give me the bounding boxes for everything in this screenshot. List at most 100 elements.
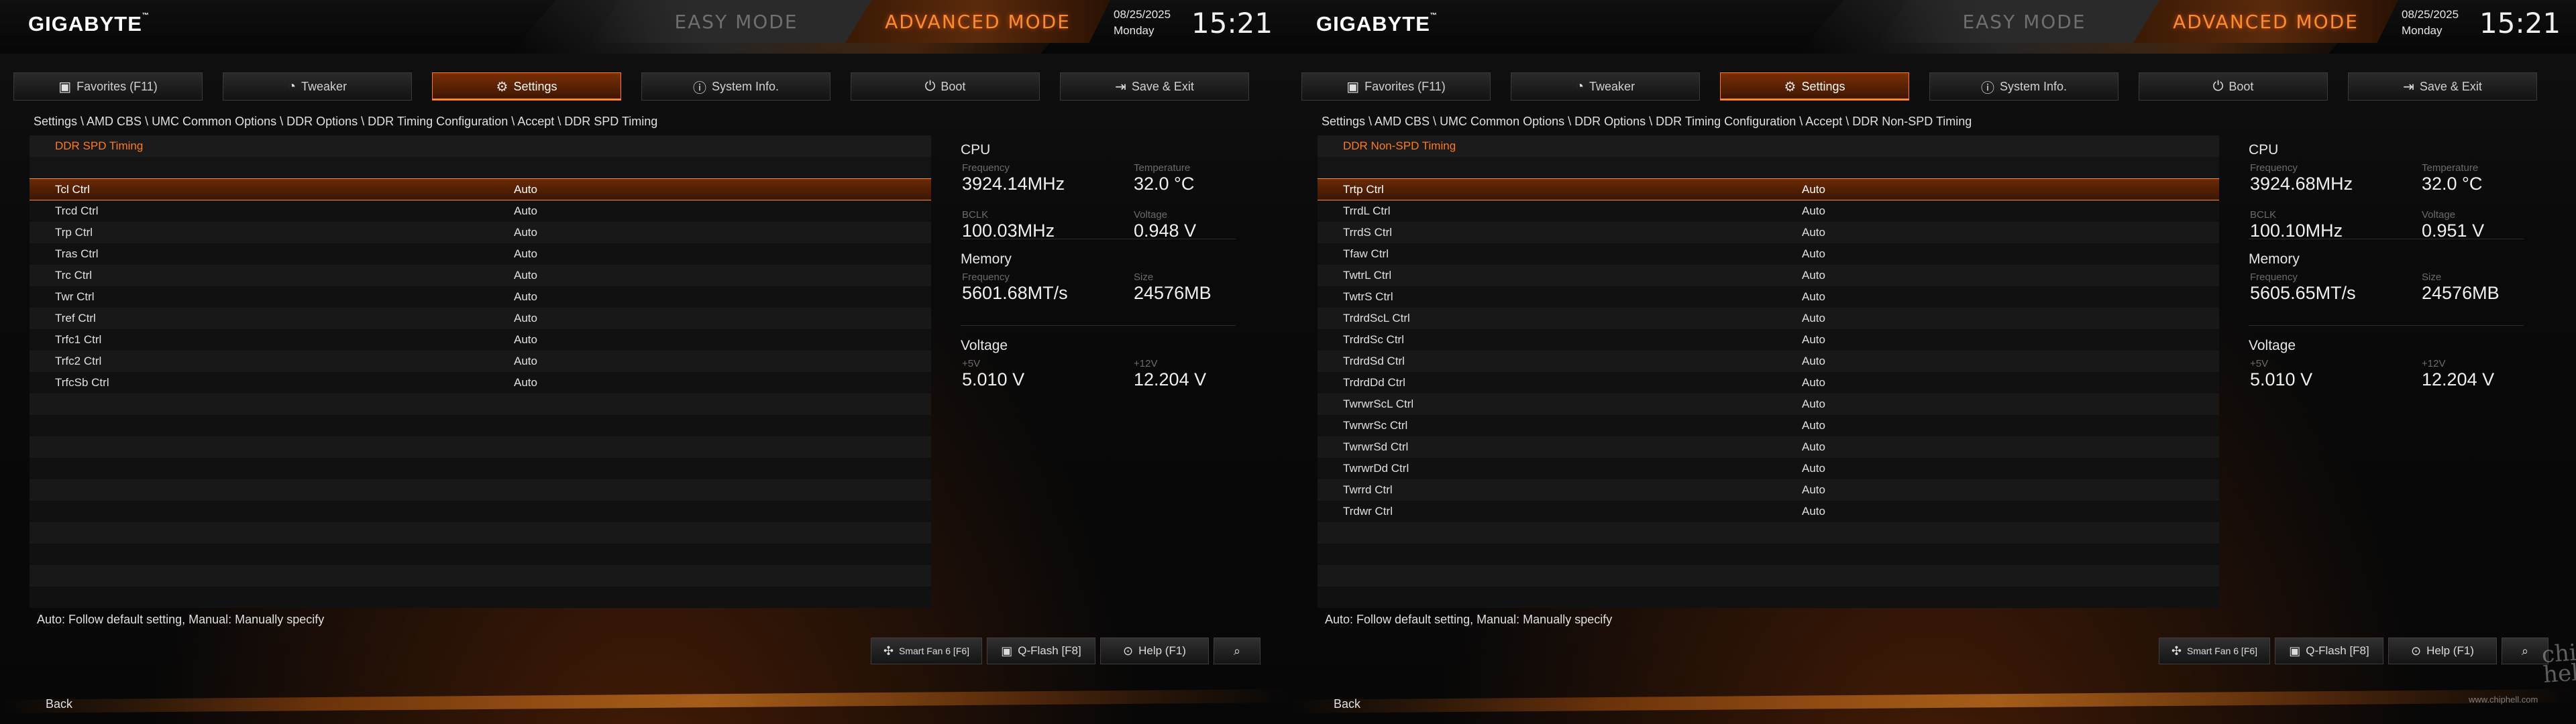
table-row[interactable]: TwrwrSc Ctrl Auto <box>1318 415 2219 436</box>
back-button[interactable]: Back <box>1334 697 1360 711</box>
setting-value[interactable]: Auto <box>1802 351 1825 372</box>
setting-value[interactable]: Auto <box>514 200 537 222</box>
power-icon: ⏻ <box>2212 78 2224 94</box>
setting-value[interactable]: Auto <box>514 265 537 286</box>
table-row[interactable]: TrdrdSd Ctrl Auto <box>1318 351 2219 372</box>
help-button[interactable]: ⊙ Help (F1) <box>1100 638 1209 664</box>
setting-value[interactable]: Auto <box>1802 265 1825 286</box>
gear-icon: ⚙ <box>496 79 508 95</box>
setting-value[interactable]: Auto <box>1802 436 1825 458</box>
empty-row <box>30 479 931 501</box>
setting-value[interactable]: Auto <box>1802 222 1825 243</box>
tab-tweaker[interactable]: ◔ Tweaker <box>1511 72 1700 101</box>
setting-name: TwrwrScL Ctrl <box>1343 398 1414 410</box>
tab-favorites[interactable]: ▣ Favorites (F11) <box>13 72 203 101</box>
setting-name: TwtrS Ctrl <box>1343 290 1393 303</box>
speedometer-icon: ◔ <box>287 78 297 94</box>
clock: 15:21 <box>1191 7 1273 40</box>
table-row[interactable]: Tcl Ctrl Auto <box>30 178 931 200</box>
table-row[interactable]: TrdrdDd Ctrl Auto <box>1318 372 2219 394</box>
main-tabs: ▣ Favorites (F11) ◔ Tweaker ⚙ Settings ⓘ Sys… <box>13 72 1275 102</box>
table-row[interactable]: Trcd Ctrl Auto <box>30 200 931 222</box>
table-row[interactable]: Tfaw Ctrl Auto <box>1318 243 2219 265</box>
table-row[interactable]: TwrwrSd Ctrl Auto <box>1318 436 2219 458</box>
table-row[interactable]: Trdwr Ctrl Auto <box>1318 501 2219 522</box>
setting-value[interactable]: Auto <box>1802 458 1825 479</box>
tab-settings[interactable]: ⚙ Settings <box>1720 72 1909 101</box>
advanced-mode-button[interactable]: ADVANCED MODE <box>845 0 1110 43</box>
tab-boot[interactable]: ⏻ Boot <box>851 72 1040 101</box>
table-row[interactable]: Trc Ctrl Auto <box>30 265 931 286</box>
table-row[interactable]: Trtp Ctrl Auto <box>1318 178 2219 200</box>
setting-value[interactable]: Auto <box>1802 308 1825 329</box>
setting-value[interactable]: Auto <box>514 351 537 372</box>
qflash-button[interactable]: ▣ Q-Flash [F8] <box>987 638 1095 664</box>
empty-row <box>30 436 931 458</box>
cpu-title: CPU <box>2249 142 2279 158</box>
smart-fan-button[interactable]: ✣ Smart Fan 6 [F6] <box>871 638 982 664</box>
table-row[interactable]: Tref Ctrl Auto <box>30 308 931 329</box>
table-row[interactable]: TwrwrDd Ctrl Auto <box>1318 458 2219 479</box>
table-row[interactable]: TwtrS Ctrl Auto <box>1318 286 2219 308</box>
tab-system-info[interactable]: ⓘ System Info. <box>641 72 830 101</box>
setting-name: TrdrdScL Ctrl <box>1343 312 1410 324</box>
settings-table: DDR SPD Timing Tcl Ctrl Auto Trcd Ctrl Aut… <box>30 135 931 608</box>
setting-name: TwtrL Ctrl <box>1343 269 1392 282</box>
chip-icon: ▣ <box>1001 644 1013 658</box>
setting-value[interactable]: Auto <box>514 243 537 265</box>
setting-value[interactable]: Auto <box>1802 200 1825 222</box>
easy-mode-button[interactable]: EASY MODE <box>590 0 882 43</box>
help-icon: ⊙ <box>1123 644 1134 658</box>
help-button[interactable]: ⊙ Help (F1) <box>2388 638 2497 664</box>
setting-value[interactable]: Auto <box>1802 394 1825 415</box>
setting-value[interactable]: Auto <box>1802 286 1825 308</box>
table-row[interactable]: TrdrdScL Ctrl Auto <box>1318 308 2219 329</box>
tab-tweaker[interactable]: ◔ Tweaker <box>223 72 412 101</box>
tab-settings[interactable]: ⚙ Settings <box>432 72 621 101</box>
table-row[interactable]: TrdrdSc Ctrl Auto <box>1318 329 2219 351</box>
setting-value[interactable]: Auto <box>1802 372 1825 394</box>
setting-value[interactable]: Auto <box>1802 329 1825 351</box>
date: 08/25/2025 <box>2402 8 2459 21</box>
setting-value[interactable]: Auto <box>514 286 537 308</box>
exit-icon: ⇥ <box>1115 79 1126 95</box>
table-row[interactable]: TwtrL Ctrl Auto <box>1318 265 2219 286</box>
tab-save-exit[interactable]: ⇥ Save & Exit <box>2348 72 2537 101</box>
table-row[interactable]: Twr Ctrl Auto <box>30 286 931 308</box>
dual-bios-screens: GIGABYTE™ EASY MODE ADVANCED MODE 08/25/… <box>0 0 2576 724</box>
back-button[interactable]: Back <box>46 697 72 711</box>
setting-value[interactable]: Auto <box>514 372 537 394</box>
table-row[interactable]: Trfc1 Ctrl Auto <box>30 329 931 351</box>
tab-favorites[interactable]: ▣ Favorites (F11) <box>1301 72 1491 101</box>
setting-value[interactable]: Auto <box>514 329 537 351</box>
setting-name: TrrdL Ctrl <box>1343 204 1391 217</box>
table-row[interactable]: TrrdS Ctrl Auto <box>1318 222 2219 243</box>
smart-fan-button[interactable]: ✣ Smart Fan 6 [F6] <box>2159 638 2270 664</box>
setting-value[interactable]: Auto <box>1802 479 1825 501</box>
tab-save-exit[interactable]: ⇥ Save & Exit <box>1060 72 1249 101</box>
table-row[interactable]: Trp Ctrl Auto <box>30 222 931 243</box>
main-tabs: ▣ Favorites (F11) ◔ Tweaker ⚙ Settings ⓘ Sys… <box>1301 72 2563 102</box>
table-row[interactable]: Twrrd Ctrl Auto <box>1318 479 2219 501</box>
setting-value[interactable]: Auto <box>1802 179 1825 200</box>
table-row[interactable]: TrfcSb Ctrl Auto <box>30 372 931 394</box>
table-row[interactable]: TwrwrScL Ctrl Auto <box>1318 394 2219 415</box>
setting-value[interactable]: Auto <box>1802 243 1825 265</box>
weekday: Monday <box>1114 24 1155 37</box>
setting-name: Trdwr Ctrl <box>1343 505 1393 518</box>
setting-value[interactable]: Auto <box>514 308 537 329</box>
table-row[interactable]: Trfc2 Ctrl Auto <box>30 351 931 372</box>
setting-value[interactable]: Auto <box>514 222 537 243</box>
tab-boot[interactable]: ⏻ Boot <box>2139 72 2328 101</box>
tab-system-info[interactable]: ⓘ System Info. <box>1929 72 2118 101</box>
advanced-mode-button[interactable]: ADVANCED MODE <box>2133 0 2398 43</box>
easy-mode-button[interactable]: EASY MODE <box>1878 0 2170 43</box>
table-row[interactable]: TrrdL Ctrl Auto <box>1318 200 2219 222</box>
setting-value[interactable]: Auto <box>1802 415 1825 436</box>
qflash-button[interactable]: ▣ Q-Flash [F8] <box>2275 638 2383 664</box>
setting-value[interactable]: Auto <box>514 179 537 200</box>
search-button[interactable]: ⌕ <box>1214 638 1260 664</box>
table-row[interactable]: Tras Ctrl Auto <box>30 243 931 265</box>
cpu-voltage: Voltage 0.948 V <box>1134 209 1197 241</box>
setting-value[interactable]: Auto <box>1802 501 1825 522</box>
